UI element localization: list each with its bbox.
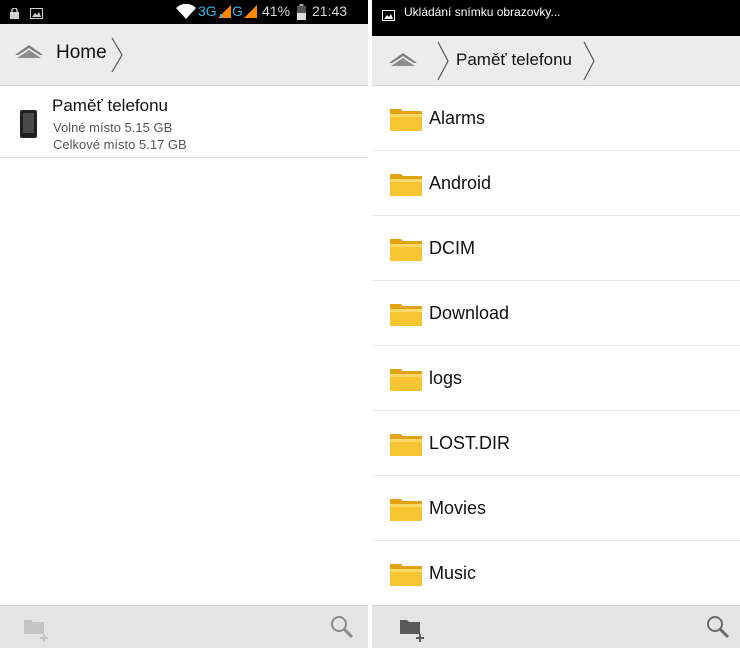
- signal-strength-icon: [218, 5, 231, 23]
- storage-name: Paměť telefonu: [52, 96, 169, 115]
- network-3g-label: 3G: [198, 3, 217, 19]
- folder-name: LOST.DIR: [429, 433, 511, 453]
- folder-icon: [390, 107, 422, 131]
- folder-name: DCIM: [429, 238, 475, 258]
- breadcrumb-current-folder[interactable]: Paměť telefonu: [456, 50, 572, 70]
- folder-name: logs: [429, 368, 463, 388]
- folder-item[interactable]: Alarms: [372, 86, 740, 151]
- lock-icon: [10, 6, 19, 24]
- folder-icon: [390, 367, 422, 391]
- folder-item[interactable]: Android: [372, 151, 740, 216]
- clock-time: 21:43: [312, 3, 348, 19]
- breadcrumb-separator-icon: [110, 36, 124, 79]
- storage-item-phone[interactable]: Paměť telefonu Volné místo 5.15 GB Celko…: [0, 86, 368, 158]
- folder-item[interactable]: logs: [372, 346, 740, 411]
- signal-strength-icon-2: [244, 5, 257, 23]
- folder-item[interactable]: Music: [372, 541, 740, 606]
- folder-name: Music: [429, 563, 477, 583]
- new-folder-icon[interactable]: [398, 614, 428, 642]
- breadcrumb-home[interactable]: Home: [56, 42, 107, 64]
- image-notification-icon: [30, 6, 43, 24]
- folder-name: Android: [429, 173, 492, 193]
- folder-icon: [390, 172, 422, 196]
- folder-name: Download: [429, 303, 510, 323]
- folder-icon: [390, 237, 422, 261]
- breadcrumb-bar: Home: [0, 24, 368, 86]
- screenshot-icon: [382, 8, 395, 26]
- folder-icon: [390, 497, 422, 521]
- search-icon[interactable]: [704, 614, 734, 642]
- folder-icon: [390, 562, 422, 586]
- breadcrumb-separator-icon: [436, 40, 450, 87]
- folder-name: Alarms: [429, 108, 486, 128]
- status-bar-notification: Ukládání snímku obrazovky...: [372, 0, 740, 36]
- breadcrumb-separator-icon-2: [582, 40, 596, 87]
- folder-item[interactable]: DCIM: [372, 216, 740, 281]
- file-manager-home-screen: 3G G 41% 21:43 Home Paměť telefonu Volné…: [0, 0, 368, 648]
- wifi-icon: [176, 3, 196, 24]
- search-icon[interactable]: [328, 614, 358, 642]
- notification-text: Ukládání snímku obrazovky...: [404, 5, 561, 19]
- home-icon[interactable]: [386, 46, 420, 76]
- home-icon[interactable]: [12, 38, 46, 68]
- folder-item[interactable]: LOST.DIR: [372, 411, 740, 476]
- folder-icon: [390, 432, 422, 456]
- battery-percent: 41%: [262, 3, 291, 19]
- storage-total-space: Celkové místo 5.17 GB: [53, 137, 187, 152]
- status-bar: 3G G 41% 21:43: [0, 0, 368, 24]
- file-manager-folder-screen: Ukládání snímku obrazovky... Paměť telef…: [372, 0, 740, 648]
- network-g-label: G: [232, 3, 243, 19]
- folder-item[interactable]: Movies: [372, 476, 740, 541]
- breadcrumb-bar: Paměť telefonu: [372, 36, 740, 86]
- phone-icon: [20, 110, 37, 138]
- bottom-toolbar: [0, 605, 368, 648]
- battery-icon: [297, 4, 306, 25]
- folder-name: Movies: [429, 498, 487, 518]
- new-folder-icon[interactable]: [22, 614, 52, 642]
- folder-icon: [390, 302, 422, 326]
- storage-free-space: Volné místo 5.15 GB: [53, 120, 173, 135]
- folder-item[interactable]: Download: [372, 281, 740, 346]
- bottom-toolbar: [372, 605, 740, 648]
